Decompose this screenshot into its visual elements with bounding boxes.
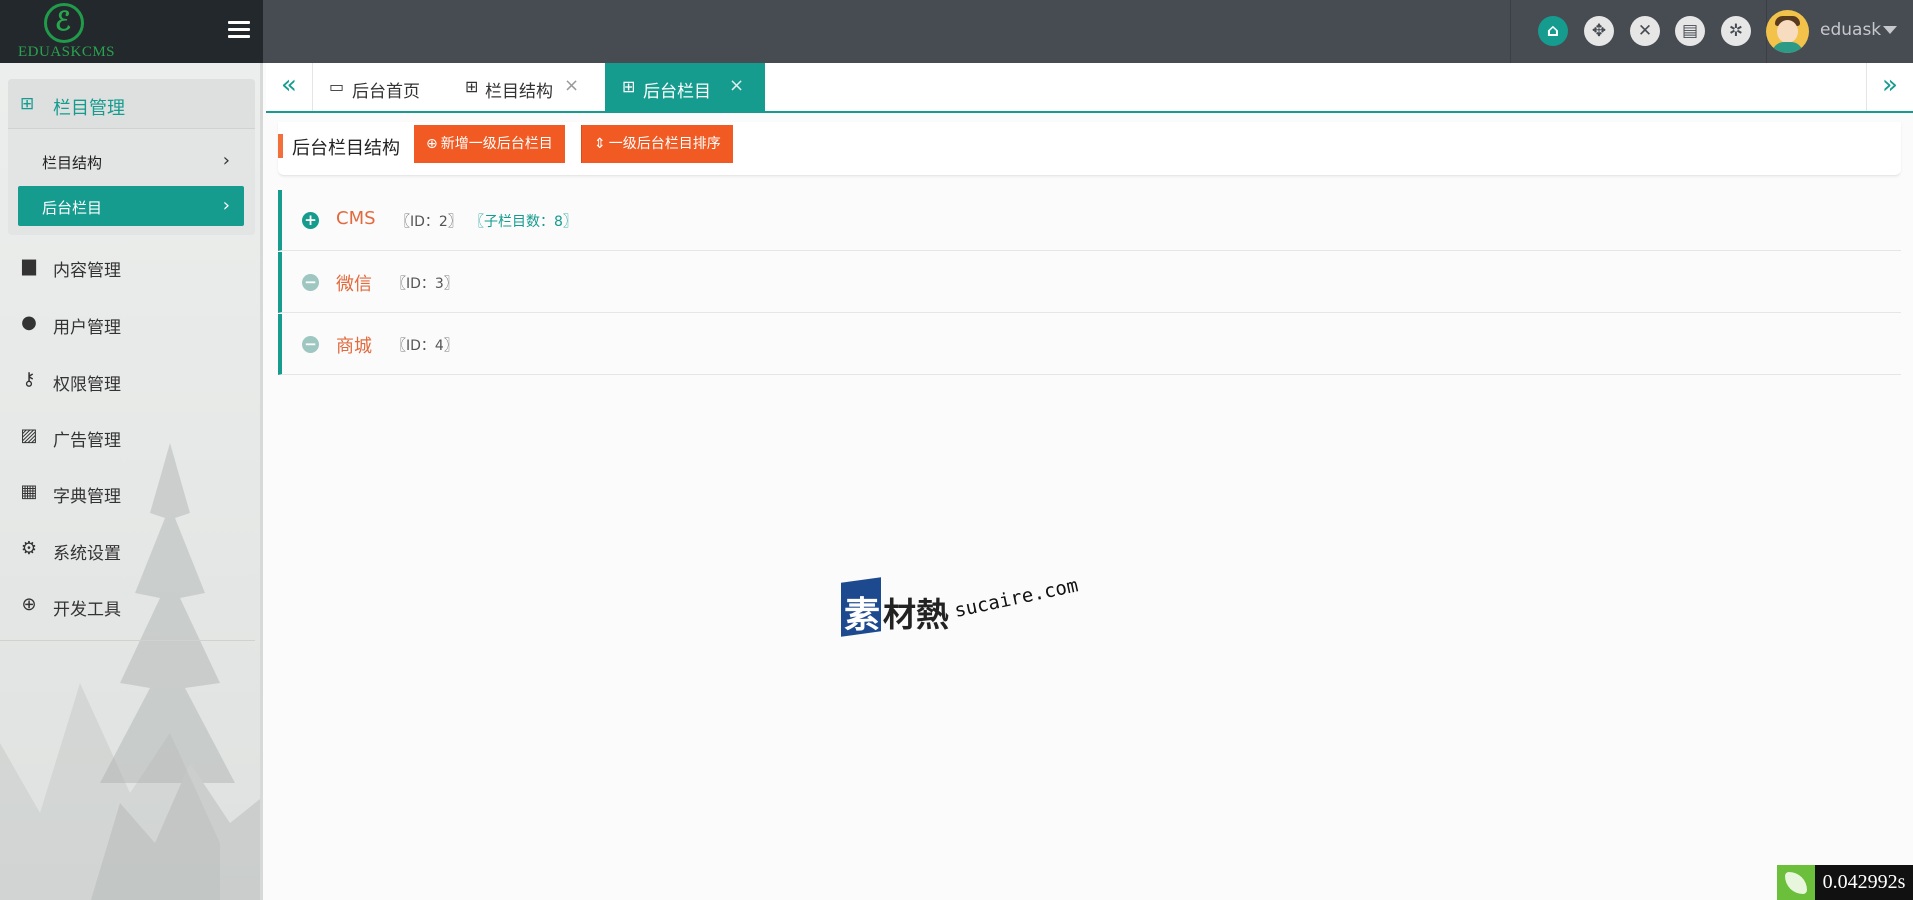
tab-scroll-right-icon[interactable]: » [1866, 63, 1913, 111]
collapse-icon[interactable]: − [302, 336, 319, 353]
sidebar-item-label: 权限管理 [53, 375, 121, 395]
tab-close-icon[interactable]: × [729, 75, 744, 96]
sidebar-item-label: 系统设置 [53, 544, 121, 564]
tree-item-id: 〖ID：2〗 [396, 214, 462, 230]
grid-icon: ⊞ [622, 77, 636, 96]
tree-item-name[interactable]: CMS [336, 208, 376, 229]
debug-timer-badge[interactable]: 0.042992s [1777, 865, 1913, 900]
logo-text: EDUASKCMS [18, 44, 116, 60]
expand-icon[interactable]: + [302, 212, 319, 229]
book-icon[interactable]: ▤ [1675, 16, 1705, 46]
sidebar-group-column-management: ⊞ 栏目管理 栏目结构 › 后台栏目 › [8, 79, 255, 235]
tree-item-name[interactable]: 微信 [336, 270, 372, 296]
title-accent-bar [278, 134, 283, 158]
sidebar-subitem-admin-columns[interactable]: 后台栏目 › [18, 186, 244, 226]
tree-item-id: 〖ID：3〗 [392, 276, 458, 292]
caret-down-icon [1883, 26, 1897, 34]
tab-scroll-left-icon[interactable]: « [266, 63, 313, 111]
logo-icon: ℰ [44, 3, 84, 43]
sidebar-item-dictionary[interactable]: ▦ 字典管理 [0, 472, 255, 512]
gear-icon: ⚙ [20, 538, 38, 559]
top-header: ℰ EDUASKCMS ⌂ ✥ ✕ ▤ ✲ eduask [0, 0, 1913, 63]
watermark-logo: 素 材熱 sucaire.com [841, 574, 1086, 640]
plus-circle-icon: ⊕ [426, 136, 438, 152]
page-title: 后台栏目结构 [292, 138, 400, 159]
sort-icon: ⇕ [594, 136, 606, 152]
tree-item-children-count: 〖子栏目数：8〗 [470, 214, 577, 230]
sidebar-item-label: 开发工具 [53, 600, 121, 620]
watermark-domain: sucaire.com [952, 574, 1081, 622]
key-icon: ⚷ [22, 369, 36, 390]
sidebar: ⊞ 栏目管理 栏目结构 › 后台栏目 › ▆ 内容管理 ● 用户管理 ⚷ 权限管… [0, 63, 263, 900]
content-toolbar: 后台栏目结构 ⊕ 新增一级后台栏目 ⇕ 一级后台栏目排序 [278, 122, 1901, 176]
dashboard-icon: ▦ [20, 481, 38, 502]
sidebar-item-label: 内容管理 [53, 261, 121, 281]
watermark-char: 素 [844, 595, 881, 636]
button-label: 一级后台栏目排序 [608, 136, 721, 152]
sidebar-subitem-label: 栏目结构 [42, 154, 103, 172]
sidebar-item-ads[interactable]: ▨ 广告管理 [0, 416, 255, 456]
document-icon: ▆ [22, 255, 36, 276]
image-icon: ▨ [20, 425, 38, 446]
tree-row: − 商城 〖ID：4〗 [278, 314, 1901, 375]
sidebar-item-label: 用户管理 [53, 318, 121, 338]
leaf-icon [1777, 865, 1815, 900]
close-all-icon[interactable]: ✕ [1630, 16, 1660, 46]
tree-item-id: 〖ID：4〗 [392, 338, 458, 354]
tree-item-name[interactable]: 商城 [336, 332, 372, 358]
sidebar-item-label: 广告管理 [53, 431, 121, 451]
sidebar-item-content[interactable]: ▆ 内容管理 [0, 246, 255, 286]
sidebar-subitem-label: 后台栏目 [42, 199, 103, 217]
user-icon: ● [21, 312, 37, 333]
tab-label: 后台栏目 [643, 82, 711, 102]
tab-admin-columns[interactable]: ⊞ 后台栏目 × [605, 63, 765, 111]
user-menu[interactable]: eduask [1766, 0, 1913, 63]
move-icon[interactable]: ✥ [1584, 16, 1614, 46]
sidebar-item-settings[interactable]: ⚙ 系统设置 [0, 529, 255, 569]
home-icon[interactable]: ⌂ [1538, 16, 1568, 46]
sidebar-item-users[interactable]: ● 用户管理 [0, 303, 255, 343]
grid-icon: ⊞ [20, 94, 35, 114]
grid-icon: ⊞ [465, 77, 479, 96]
collapse-icon[interactable]: − [302, 274, 319, 291]
timer-value: 0.042992s [1815, 865, 1913, 900]
monitor-icon: ▭ [329, 77, 345, 96]
network-icon[interactable]: ✲ [1721, 16, 1751, 46]
sidebar-group-header[interactable]: ⊞ 栏目管理 [8, 79, 255, 129]
ink-mountain-decoration [0, 683, 220, 900]
logo[interactable]: ℰ EDUASKCMS [0, 0, 263, 63]
sidebar-subitem-column-structure[interactable]: 栏目结构 › [18, 141, 244, 181]
tab-column-structure[interactable]: ⊞ 栏目结构 × [453, 63, 596, 111]
tab-close-icon[interactable]: × [564, 75, 579, 96]
add-column-button[interactable]: ⊕ 新增一级后台栏目 [414, 125, 565, 163]
tree-row: + CMS 〖ID：2〗 〖子栏目数：8〗 [278, 190, 1901, 251]
tree-row: − 微信 〖ID：3〗 [278, 252, 1901, 313]
chevron-right-icon: › [222, 150, 230, 171]
watermark-text: 材熱 [883, 595, 949, 634]
sidebar-item-dev-tools[interactable]: ⊕ 开发工具 [0, 585, 255, 625]
chevron-right-icon: › [222, 195, 230, 216]
search-icon: ⊕ [21, 594, 37, 615]
sort-columns-button[interactable]: ⇕ 一级后台栏目排序 [581, 125, 733, 163]
avatar [1766, 10, 1809, 53]
sidebar-group-label: 栏目管理 [53, 98, 125, 119]
username: eduask [1820, 20, 1882, 40]
button-label: 新增一级后台栏目 [440, 136, 553, 152]
tab-bar: « ▭ 后台首页 ⊞ 栏目结构 × ⊞ 后台栏目 × » [266, 63, 1913, 113]
sidebar-divider [0, 640, 255, 641]
header-toolbar: ⌂ ✥ ✕ ▤ ✲ [1510, 0, 1767, 63]
tab-label: 后台首页 [352, 82, 420, 102]
tab-home[interactable]: ▭ 后台首页 [313, 63, 453, 111]
menu-toggle-icon[interactable] [228, 21, 250, 41]
sidebar-item-permissions[interactable]: ⚷ 权限管理 [0, 360, 255, 400]
tab-label: 栏目结构 [485, 82, 553, 102]
sidebar-item-label: 字典管理 [53, 487, 121, 507]
